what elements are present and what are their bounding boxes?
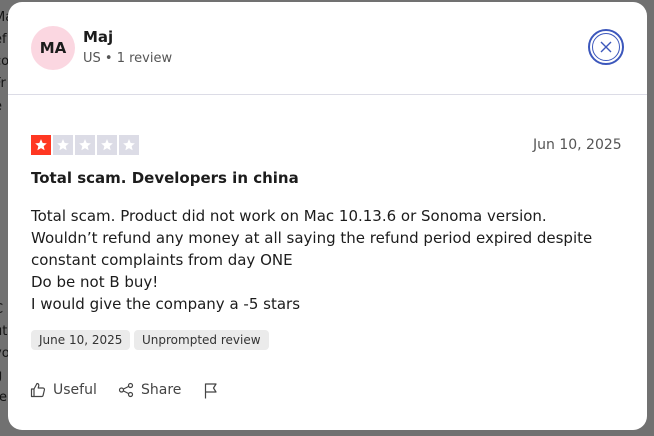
thumbs-up-icon <box>30 382 46 398</box>
close-button[interactable] <box>588 29 624 65</box>
star-rating <box>31 135 139 155</box>
unprompted-review-tag[interactable]: Unprompted review <box>134 330 269 350</box>
review-date: Jun 10, 2025 <box>533 137 622 153</box>
report-button[interactable] <box>203 380 219 400</box>
reviewer-meta: US • 1 review <box>83 51 173 66</box>
reviewer-header: MA Maj US • 1 review <box>8 2 647 95</box>
reviewer-name[interactable]: Maj <box>83 28 113 46</box>
avatar: MA <box>31 26 75 70</box>
close-button-inner <box>592 33 620 61</box>
star-icon <box>53 135 73 155</box>
review-modal: MA Maj US • 1 review Jun 10, 2025 Total <box>8 2 647 430</box>
review-body-line: constant complaints from day ONE <box>31 251 293 269</box>
share-label: Share <box>141 382 182 398</box>
close-icon <box>600 41 612 53</box>
review-body-line: Total scam. Product did not work on Mac … <box>31 207 547 225</box>
review-body-line: I would give the company a -5 stars <box>31 295 301 313</box>
star-icon <box>31 135 51 155</box>
useful-label: Useful <box>53 382 97 398</box>
share-button[interactable]: Share <box>118 380 181 400</box>
experience-date-tag: June 10, 2025 <box>31 330 131 350</box>
review-body-line: Do be not B buy! <box>31 273 159 291</box>
star-icon <box>75 135 95 155</box>
star-icon <box>97 135 117 155</box>
review-body: Total scam. Product did not work on Mac … <box>31 205 621 315</box>
share-icon <box>118 382 134 398</box>
flag-icon <box>204 382 217 398</box>
useful-button[interactable]: Useful <box>30 380 97 400</box>
review-body-line: Wouldn’t refund any money at all saying … <box>31 229 593 247</box>
star-icon <box>119 135 139 155</box>
review-title: Total scam. Developers in china <box>31 169 299 187</box>
